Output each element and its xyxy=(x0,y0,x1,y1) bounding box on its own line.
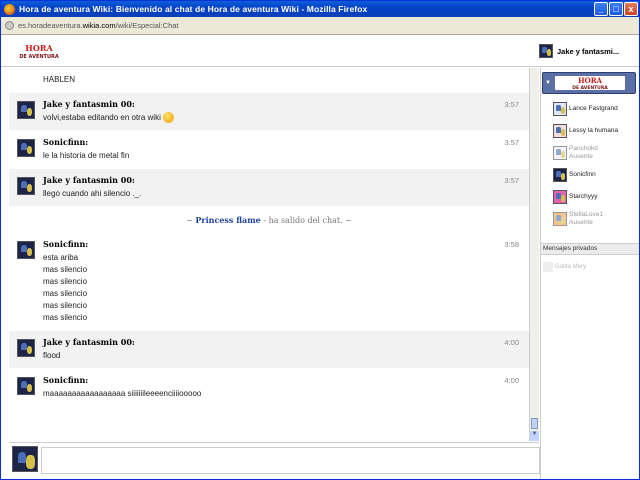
collapse-arrow-icon[interactable]: ▼ xyxy=(545,80,551,86)
sidebar-user-item[interactable]: Starchyyy xyxy=(553,186,639,208)
message-text: HABLEN xyxy=(43,75,76,84)
window-title: Hora de aventura Wiki: Bienvenido al cha… xyxy=(19,4,368,14)
pm-user-item[interactable]: Gatita Mery xyxy=(555,264,586,270)
maximize-button[interactable]: □ xyxy=(609,2,623,16)
system-message-user[interactable]: Princess flame xyxy=(195,215,260,225)
message-timestamp: 4:00 xyxy=(504,338,519,347)
scrollbar-thumb[interactable] xyxy=(531,418,538,429)
input-user-avatar xyxy=(12,446,38,472)
wiki-logo[interactable]: HORA DE AVENTURA xyxy=(9,41,69,61)
message-avatar[interactable] xyxy=(17,139,35,157)
chat-message: Sonicfinn: 3:57 le la historia de metal fi… xyxy=(9,131,529,169)
address-bar[interactable]: es.horadeaventura.wikia.com/wiki/Especia… xyxy=(1,17,639,35)
chat-message: Sonicfinn: 3:58 esta ariba mas silencio mas … xyxy=(9,233,529,331)
message-scrollbar[interactable]: ▼ xyxy=(529,68,539,441)
wiki-room-logo: HORA DE AVENTURA xyxy=(554,76,625,91)
message-timestamp: 3:57 xyxy=(504,176,519,185)
chat-message: Jake y fantasmin 00: 3:57 volvi,estaba edi… xyxy=(9,93,529,131)
pm-user-avatar xyxy=(543,262,553,272)
message-avatar[interactable] xyxy=(17,241,35,259)
message-timestamp: 3:57 xyxy=(504,138,519,147)
current-user[interactable]: Jake y fantasmi... xyxy=(539,39,639,63)
sidebar-user-item[interactable]: Panchokd Ausente xyxy=(553,142,639,164)
sidebar-user-status: Ausente xyxy=(569,219,593,226)
svg-text:HORA: HORA xyxy=(25,43,53,53)
url-text[interactable]: es.horadeaventura.wikia.com/wiki/Especia… xyxy=(18,21,179,30)
firefox-icon xyxy=(4,3,15,15)
message-input[interactable] xyxy=(41,447,540,474)
user-list-sidebar: ▼ HORA DE AVENTURA Lance Fastgrand Lessy … xyxy=(540,68,639,479)
message-username[interactable]: Sonicfinn: xyxy=(43,239,521,249)
site-icon xyxy=(5,21,14,30)
message-text: mas silencio xyxy=(43,277,88,286)
sidebar-user-name: Lessy la humana xyxy=(569,127,619,134)
minimize-button[interactable]: _ xyxy=(594,2,608,16)
message-username[interactable]: Jake y fantasmin 00: xyxy=(43,175,521,185)
chat-message: Jake y fantasmin 00: 4:00 flood xyxy=(9,331,529,369)
message-list[interactable]: HABLEN Jake y fantasmin 00: 3:57 volvi,esta… xyxy=(9,68,529,441)
message-text: flood xyxy=(43,351,61,360)
sidebar-user-info: Panchokd Ausente xyxy=(569,145,598,161)
sidebar-user-avatar xyxy=(553,146,567,160)
message-timestamp: 4:00 xyxy=(504,376,519,385)
sidebar-user-name: Panchokd xyxy=(569,145,598,152)
message-text: mas silencio xyxy=(43,313,88,322)
svg-text:DE AVENTURA: DE AVENTURA xyxy=(572,85,608,91)
sidebar-user-item[interactable]: StellaLove1 Ausente xyxy=(553,208,639,230)
message-text: llego cuando ahi silencio ._. xyxy=(43,189,142,198)
scroll-down-arrow-icon[interactable]: ▼ xyxy=(530,431,539,441)
message-avatar[interactable] xyxy=(17,377,35,395)
sidebar-user-item[interactable]: Sonicfinn xyxy=(553,164,639,186)
sidebar-user-item[interactable]: Lance Fastgrand xyxy=(553,98,639,120)
message-avatar[interactable] xyxy=(17,101,35,119)
close-button[interactable]: x xyxy=(624,2,638,16)
svg-text:HORA: HORA xyxy=(578,76,603,85)
sidebar-user-name: Starchyyy xyxy=(569,193,598,200)
browser-window: Hora de aventura Wiki: Bienvenido al cha… xyxy=(0,0,640,480)
chat-message: Jake y fantasmin 00: 3:57 llego cuando ahi… xyxy=(9,169,529,207)
message-username[interactable]: Sonicfinn: xyxy=(43,137,521,147)
sidebar-user-info: Sonicfinn xyxy=(569,171,596,179)
sidebar-user-name: Sonicfinn xyxy=(569,171,596,178)
message-username[interactable]: Jake y fantasmin 00: xyxy=(43,337,521,347)
wiki-room-item[interactable]: ▼ HORA DE AVENTURA xyxy=(542,72,636,94)
title-bar: Hora de aventura Wiki: Bienvenido al cha… xyxy=(1,1,639,17)
message-text: esta ariba xyxy=(43,253,79,262)
sidebar-user-info: Starchyyy xyxy=(569,193,598,201)
private-messages-header: Mensajes privados xyxy=(541,243,639,255)
sidebar-user-avatar xyxy=(553,168,567,182)
message-text: maaaaaaaaaaaaaaaaa siiiiiiileeeenciiiioo… xyxy=(43,389,202,398)
sidebar-user-info: Lessy la humana xyxy=(569,127,618,135)
message-username[interactable]: Jake y fantasmin 00: xyxy=(43,99,521,109)
sidebar-user-item[interactable]: Lessy la humana xyxy=(553,120,639,142)
message-avatar[interactable] xyxy=(17,177,35,195)
sidebar-user-avatar xyxy=(553,124,567,138)
svg-text:DE AVENTURA: DE AVENTURA xyxy=(19,54,59,60)
message-timestamp: 3:58 xyxy=(504,240,519,249)
message-username[interactable]: Sonicfinn: xyxy=(43,375,521,385)
message-text: volvi,estaba editando en otra wiki xyxy=(43,112,521,124)
message-avatar[interactable] xyxy=(17,339,35,357)
sidebar-user-avatar xyxy=(553,190,567,204)
chat-header: HORA DE AVENTURA Jake y fantasmi... xyxy=(1,35,639,67)
message-text: mas silencio xyxy=(43,289,88,298)
sidebar-user-avatar xyxy=(553,212,567,226)
sidebar-user-name: Lance Fastgrand xyxy=(569,105,618,112)
system-message: ~ Princess flame - ha salido del chat. ~ xyxy=(186,215,352,225)
sidebar-user-info: StellaLove1 Ausente xyxy=(569,211,603,227)
input-area xyxy=(9,442,540,478)
message-timestamp: 3:57 xyxy=(504,100,519,109)
message-text: le la historia de metal fin xyxy=(43,151,130,160)
emoticon-icon xyxy=(162,112,174,124)
sidebar-user-status: Ausente xyxy=(569,153,593,160)
sidebar-user-avatar xyxy=(553,102,567,116)
chat-message: HABLEN xyxy=(9,68,529,93)
message-text: mas silencio xyxy=(43,265,88,274)
message-text: mas silencio xyxy=(43,301,88,310)
sidebar-user-name: StellaLove1 xyxy=(569,211,603,218)
current-user-name: Jake y fantasmi... xyxy=(557,46,620,56)
current-user-avatar xyxy=(539,44,553,58)
sidebar-user-info: Lance Fastgrand xyxy=(569,105,618,113)
chat-message: Sonicfinn: 4:00 maaaaaaaaaaaaaaaaa siiiiii… xyxy=(9,369,529,407)
